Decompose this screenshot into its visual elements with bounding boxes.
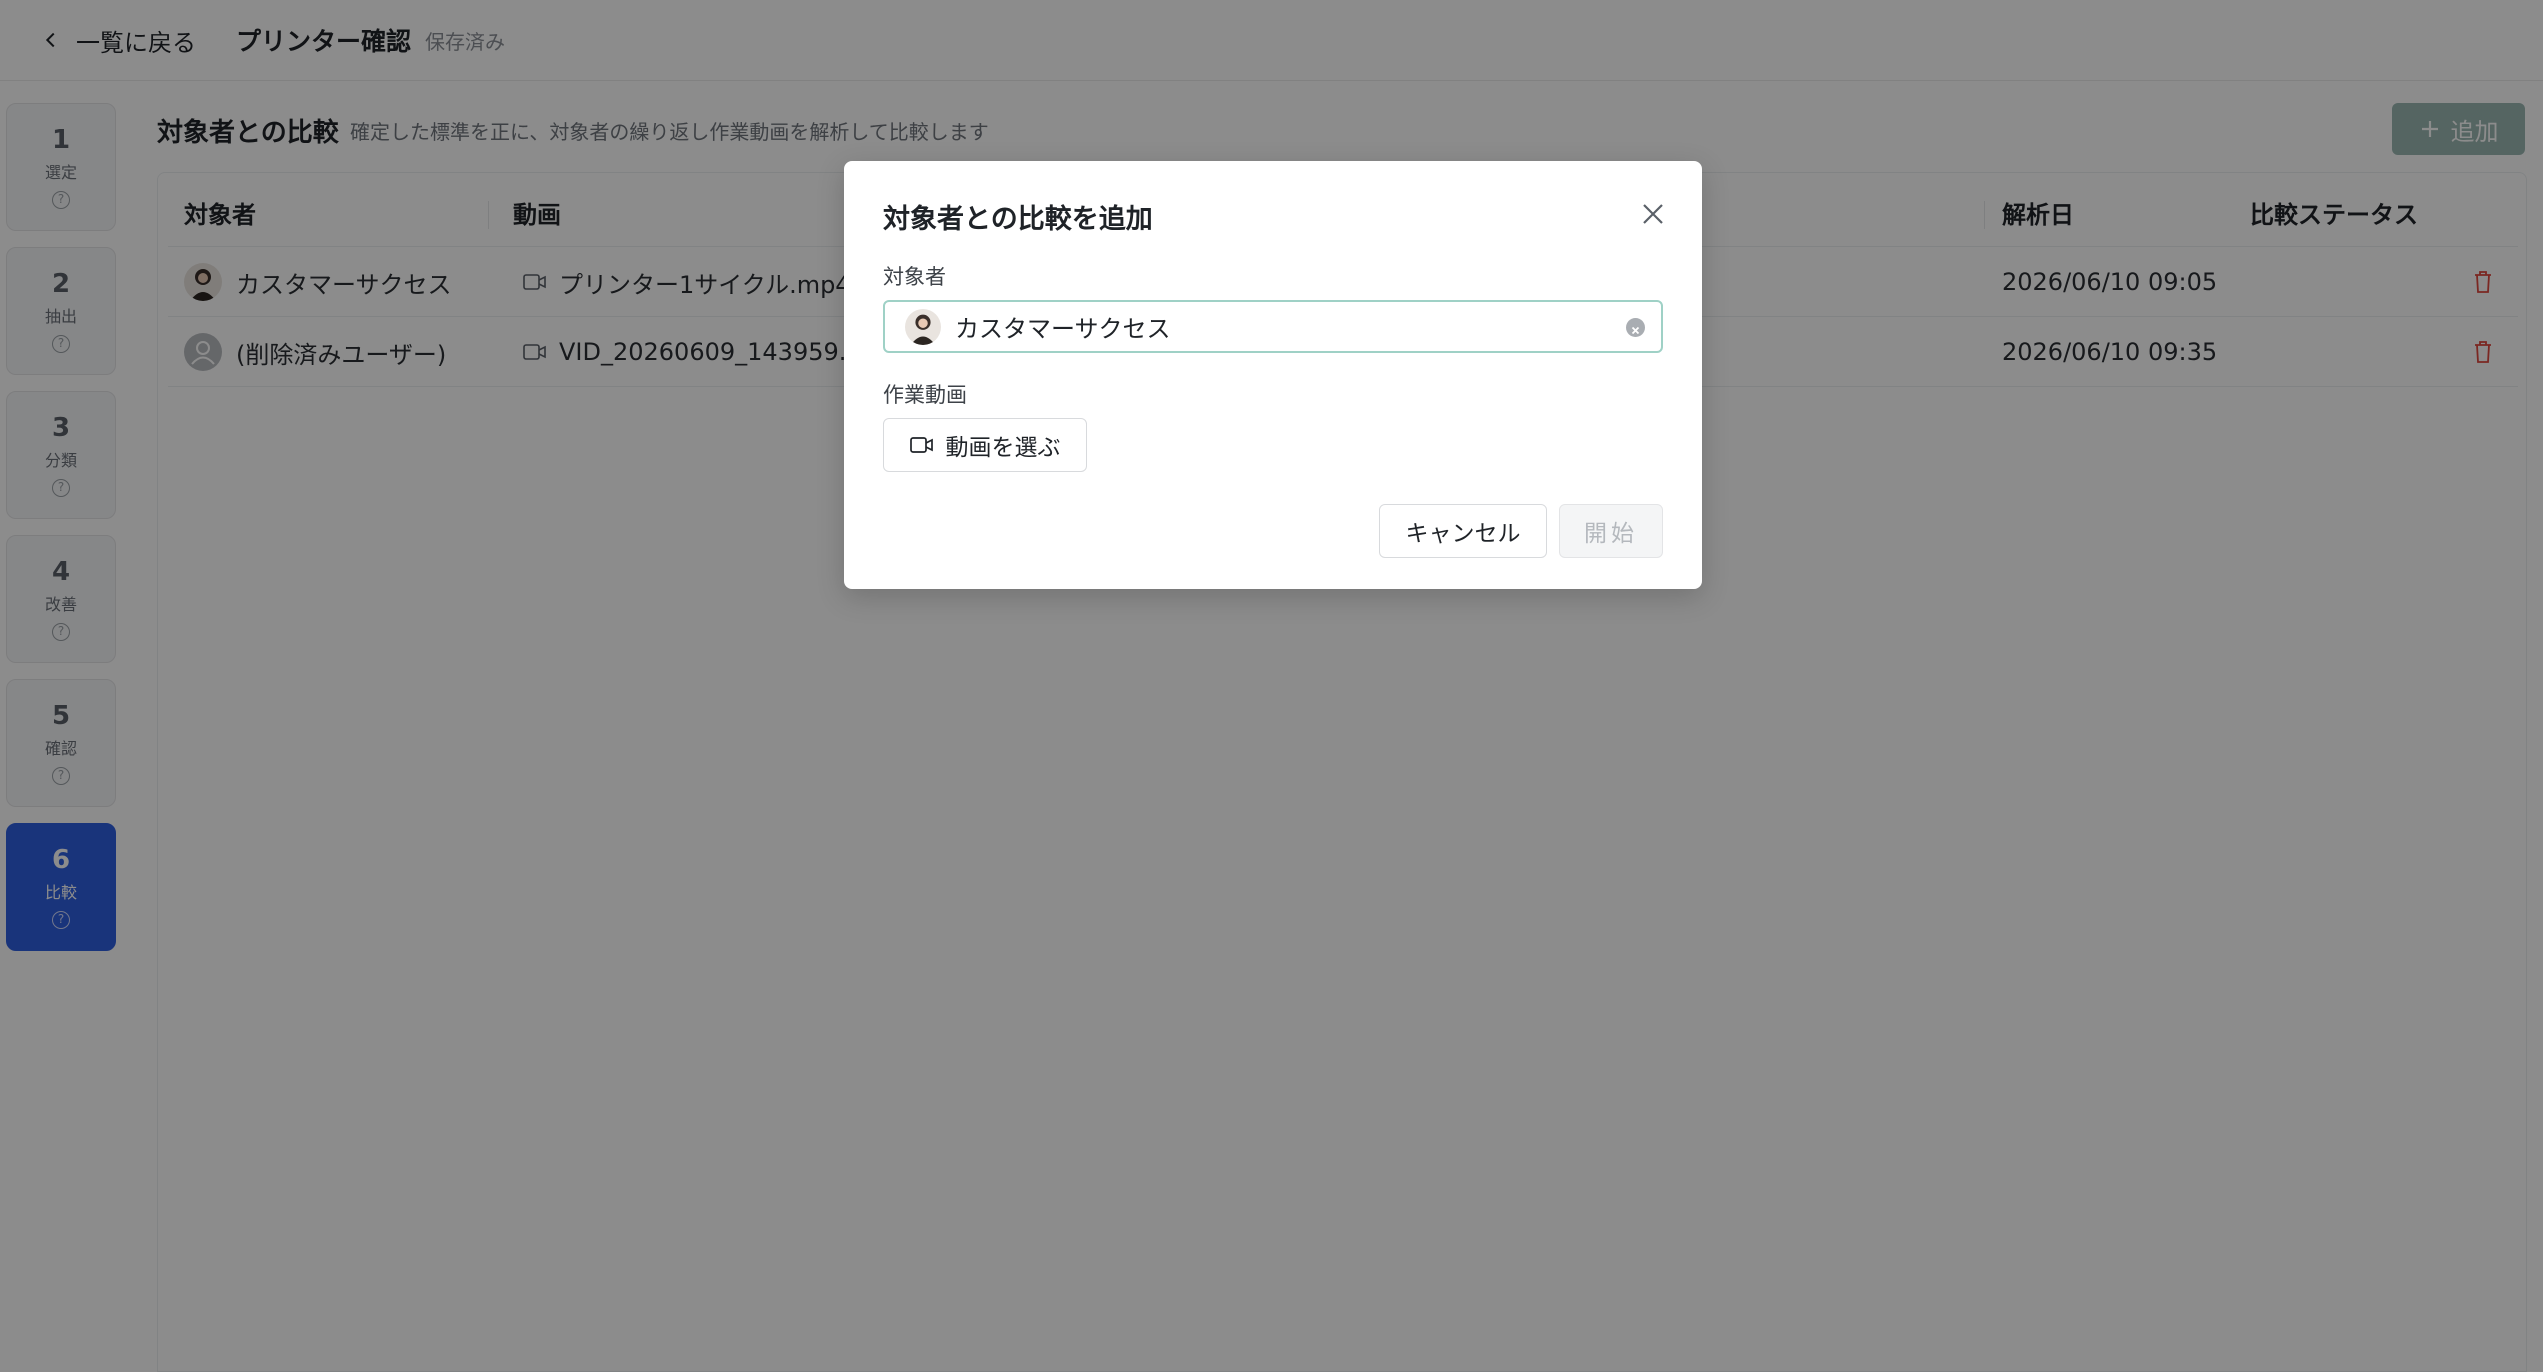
- start-button[interactable]: 開始: [1559, 504, 1663, 558]
- video-camera-icon: [909, 437, 933, 453]
- subject-select[interactable]: カスタマーサクセス: [883, 300, 1663, 353]
- video-field-label: 作業動画: [883, 383, 967, 407]
- cancel-button[interactable]: キャンセル: [1379, 504, 1547, 558]
- choose-video-button[interactable]: 動画を選ぶ: [883, 418, 1087, 472]
- clear-icon[interactable]: [1626, 318, 1645, 337]
- subject-field-label: 対象者: [883, 265, 946, 289]
- selected-subject: カスタマーサクセス: [955, 315, 1171, 343]
- close-icon[interactable]: [1640, 201, 1666, 227]
- add-comparison-dialog: 対象者との比較を追加 対象者 カスタマーサクセス 作業動画 動画を選ぶ キャンセ…: [844, 161, 1702, 589]
- choose-video-label: 動画を選ぶ: [945, 435, 1061, 461]
- avatar: [905, 308, 941, 345]
- dialog-title: 対象者との比較を追加: [883, 204, 1153, 235]
